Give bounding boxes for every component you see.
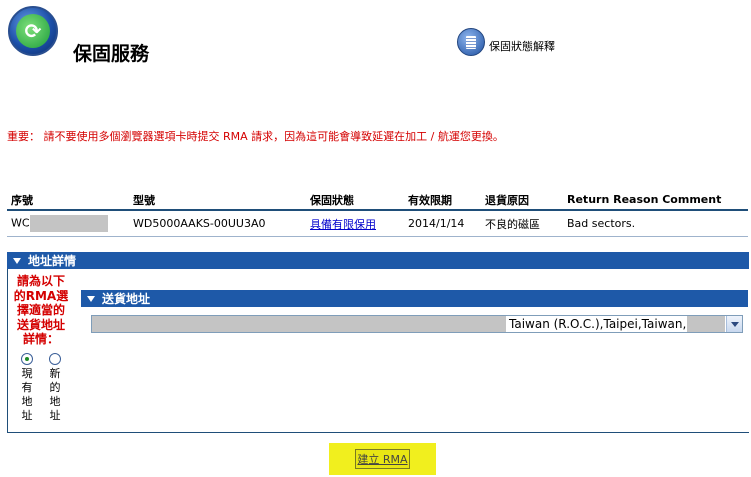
expiry-cell: 2014/1/14 bbox=[408, 217, 465, 230]
collapse-triangle-icon bbox=[87, 295, 95, 302]
return-comment-cell: Bad sectors. bbox=[567, 217, 636, 230]
selected-address-text: Taiwan (R.O.C.),Taipei,Taiwan, bbox=[509, 317, 687, 331]
existing-address-option[interactable]: 現有地址 bbox=[17, 353, 37, 423]
section-border-left bbox=[7, 269, 8, 432]
refresh-arrows-icon: ⟳ bbox=[16, 14, 50, 48]
existing-address-label[interactable]: 現有地址 bbox=[21, 367, 33, 423]
table-row: WC WD5000AAKS-00UU3A0 具備有限保用 2014/1/14 不… bbox=[7, 211, 748, 237]
dropdown-arrow-icon[interactable] bbox=[726, 316, 742, 332]
warranty-status-cell: 具備有限保用 bbox=[310, 216, 408, 232]
shipping-address-select[interactable]: Taiwan (R.O.C.),Taipei,Taiwan, bbox=[91, 315, 743, 333]
redacted-block bbox=[29, 215, 108, 232]
create-rma-highlight: 建立 RMA bbox=[329, 443, 436, 475]
warranty-status-link[interactable]: 具備有限保用 bbox=[310, 218, 376, 231]
document-icon bbox=[457, 28, 485, 56]
address-instruction: 請為以下的RMA選擇適當的送貨地址詳情： bbox=[13, 274, 69, 346]
col-model: 型號 bbox=[133, 193, 155, 207]
warranty-status-help-link[interactable]: 保固狀態解釋 bbox=[457, 28, 555, 56]
page-title: 保固服務 bbox=[73, 43, 150, 65]
redacted-block bbox=[92, 316, 506, 332]
existing-address-radio[interactable] bbox=[21, 353, 33, 365]
rma-items-table: 序號 型號 保固狀態 有效限期 退貨原因 Return Reason Comme… bbox=[7, 190, 748, 237]
new-address-label[interactable]: 新的地址 bbox=[49, 367, 61, 423]
address-details-title: 地址詳情 bbox=[28, 254, 77, 268]
new-address-radio[interactable] bbox=[49, 353, 61, 365]
model-cell: WD5000AAKS-00UU3A0 bbox=[133, 217, 266, 230]
important-notice: 重要： 請不要使用多個瀏覽器選項卡時提交 RMA 請求，因為這可能會導致延遲在加… bbox=[7, 130, 504, 143]
collapse-triangle-icon bbox=[13, 257, 21, 264]
create-rma-button[interactable]: 建立 RMA bbox=[355, 449, 410, 469]
col-return-comment: Return Reason Comment bbox=[567, 193, 722, 206]
shipping-address-title: 送貨地址 bbox=[102, 292, 151, 306]
col-warranty-status: 保固狀態 bbox=[310, 193, 354, 207]
address-details-header[interactable]: 地址詳情 bbox=[7, 252, 749, 269]
serial-prefix: WC bbox=[11, 216, 30, 230]
table-header: 序號 型號 保固狀態 有效限期 退貨原因 Return Reason Comme… bbox=[7, 190, 748, 211]
col-return-reason: 退貨原因 bbox=[485, 193, 529, 207]
help-link-label[interactable]: 保固狀態解釋 bbox=[489, 38, 555, 54]
redacted-block bbox=[687, 316, 726, 332]
new-address-option[interactable]: 新的地址 bbox=[45, 353, 65, 423]
col-expiry: 有效限期 bbox=[408, 193, 452, 207]
col-serial: 序號 bbox=[11, 193, 33, 207]
section-border-bottom bbox=[7, 432, 749, 433]
return-reason-cell: 不良的磁區 bbox=[485, 217, 540, 231]
shipping-address-header[interactable]: 送貨地址 bbox=[81, 290, 748, 307]
app-logo-icon: ⟳ bbox=[8, 6, 58, 56]
address-option-group: 現有地址 新的地址 bbox=[17, 353, 65, 423]
serial-cell: WC bbox=[7, 215, 133, 232]
